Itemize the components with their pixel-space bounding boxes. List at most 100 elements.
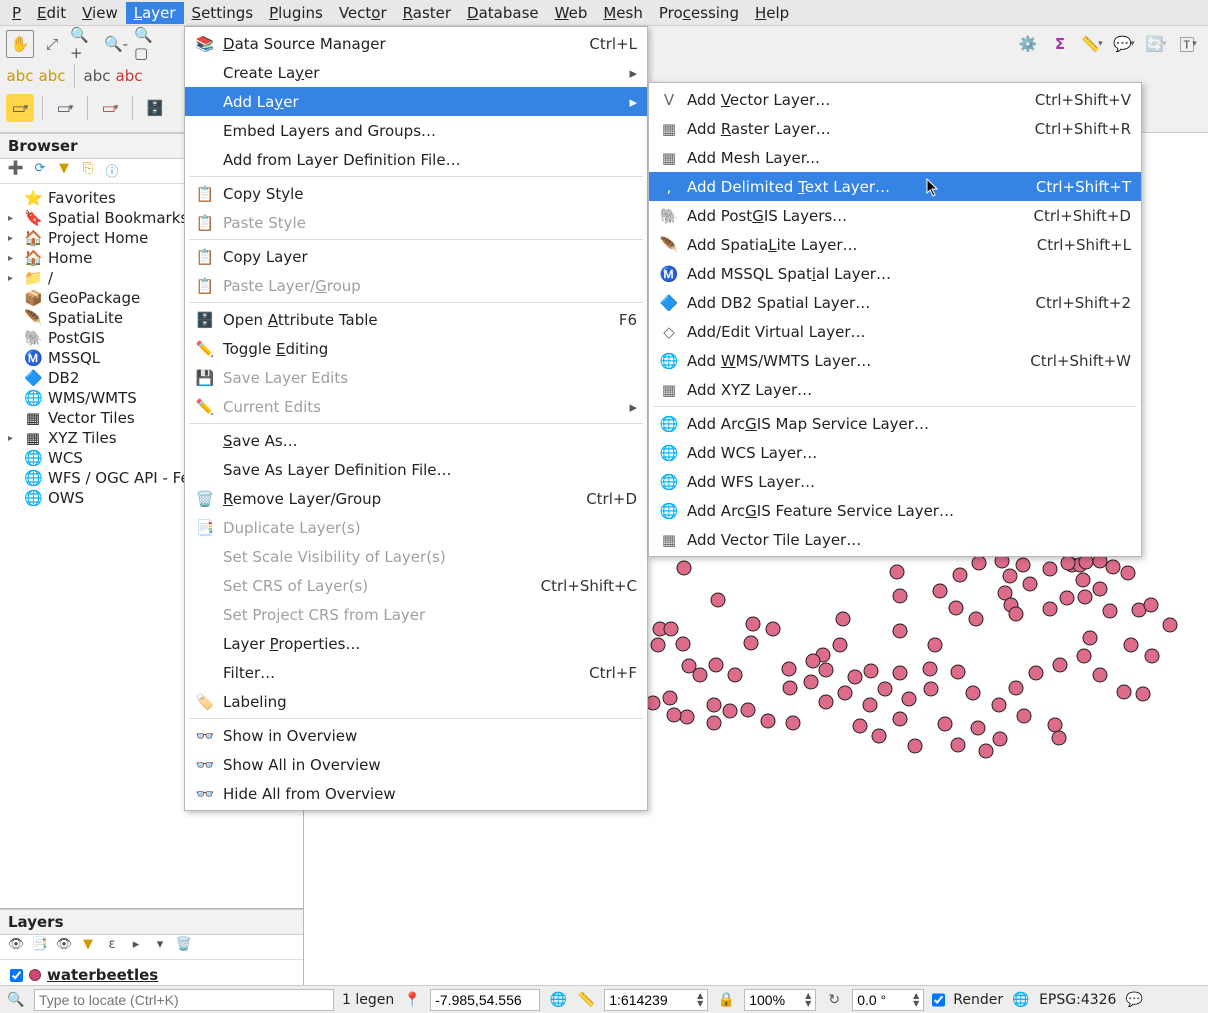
remove-layer-icon[interactable]: 🗑️ bbox=[174, 937, 194, 957]
layer-symbol-icon bbox=[29, 969, 41, 981]
add-layer-menu-item[interactable]: ,Add Delimited Text Layer…Ctrl+Shift+T bbox=[649, 172, 1141, 201]
filter-legend-icon[interactable]: ▼ bbox=[78, 937, 98, 957]
select-features-icon[interactable]: ▭ bbox=[6, 94, 34, 122]
menu-project[interactable]: P bbox=[4, 2, 29, 24]
zoom-full-icon[interactable]: 🔍▢ bbox=[134, 30, 162, 58]
rotation-icon: ↻ bbox=[824, 992, 844, 1008]
label-diagram-icon[interactable]: abc bbox=[38, 62, 66, 90]
layer-menu-item[interactable]: 🗄️Open Attribute TableF6 bbox=[185, 305, 647, 334]
magnifier-lock-icon[interactable]: 🔒 bbox=[716, 992, 736, 1008]
add-layer-menu-item[interactable]: 🌐Add WCS Layer… bbox=[649, 438, 1141, 467]
menu-settings[interactable]: Settings bbox=[184, 2, 262, 24]
layer-menu-item: 📋Paste Layer/Group bbox=[185, 271, 647, 300]
crs-icon[interactable]: 🌐 bbox=[1011, 992, 1031, 1008]
layer-menu-item[interactable]: Add Layer bbox=[185, 87, 647, 116]
locator-input[interactable] bbox=[34, 989, 334, 1011]
label-pin-icon[interactable]: abc bbox=[83, 62, 111, 90]
add-layer-menu-item[interactable]: 🪶Add SpatiaLite Layer…Ctrl+Shift+L bbox=[649, 230, 1141, 259]
messages-icon[interactable]: 💬 bbox=[1124, 992, 1144, 1008]
refresh-icon[interactable]: 🔄 bbox=[1142, 30, 1170, 58]
scale-selector[interactable]: ▲▼ bbox=[604, 989, 708, 1011]
add-layer-menu-item[interactable]: ▦Add Vector Tile Layer… bbox=[649, 525, 1141, 554]
add-layer-menu-item[interactable]: 🌐Add ArcGIS Map Service Layer… bbox=[649, 409, 1141, 438]
collapse-icon[interactable]: ⎘ bbox=[78, 161, 98, 181]
add-layer-menu-item[interactable]: Ⓜ️Add MSSQL Spatial Layer… bbox=[649, 259, 1141, 288]
menu-raster[interactable]: Raster bbox=[395, 2, 459, 24]
render-label: Render bbox=[953, 992, 1003, 1008]
layer-menu-item[interactable]: Save As Layer Definition File… bbox=[185, 455, 647, 484]
layer-menu-item[interactable]: 📋Copy Layer bbox=[185, 242, 647, 271]
expr-filter-icon[interactable]: ε bbox=[102, 937, 122, 957]
add-layer-icon[interactable]: ➕ bbox=[6, 161, 26, 181]
layer-row[interactable]: waterbeetles bbox=[10, 966, 293, 984]
layer-menu-item[interactable]: Filter…Ctrl+F bbox=[185, 658, 647, 687]
add-layer-menu-item[interactable]: 🌐Add ArcGIS Feature Service Layer… bbox=[649, 496, 1141, 525]
render-checkbox[interactable] bbox=[932, 989, 945, 1011]
add-layer-menu-item[interactable]: 🔷Add DB2 Spatial Layer…Ctrl+Shift+2 bbox=[649, 288, 1141, 317]
layer-menu-item[interactable]: 🏷️Labeling bbox=[185, 687, 647, 716]
mouse-cursor bbox=[926, 178, 940, 198]
open-table-icon[interactable]: 🗄️ bbox=[141, 94, 169, 122]
properties-icon[interactable]: ⓘ bbox=[102, 161, 122, 181]
zoom-out-icon[interactable]: 🔍- bbox=[102, 30, 130, 58]
add-layer-menu-item[interactable]: 🐘Add PostGIS Layers…Ctrl+Shift+D bbox=[649, 201, 1141, 230]
manage-themes-icon[interactable]: 👁 bbox=[54, 937, 74, 957]
add-layer-menu-item[interactable]: ▦Add Mesh Layer... bbox=[649, 143, 1141, 172]
add-layer-menu-item[interactable]: 🌐Add WFS Layer… bbox=[649, 467, 1141, 496]
sigma-icon[interactable]: Σ bbox=[1046, 30, 1074, 58]
magnifier-input[interactable]: ▲▼ bbox=[744, 989, 816, 1011]
layer-menu-item[interactable]: 🗑️Remove Layer/GroupCtrl+D bbox=[185, 484, 647, 513]
refresh-browser-icon[interactable]: ⟳ bbox=[30, 161, 50, 181]
menu-database[interactable]: Database bbox=[459, 2, 547, 24]
pan-to-selection-icon[interactable]: ⤢ bbox=[38, 30, 66, 58]
layer-menu-item[interactable]: Create Layer bbox=[185, 58, 647, 87]
style-manager-icon[interactable]: 👁 bbox=[6, 937, 26, 957]
layer-menu-item[interactable]: 👓Show in Overview bbox=[185, 721, 647, 750]
layer-menu-item[interactable]: Layer Properties… bbox=[185, 629, 647, 658]
layer-menu-item[interactable]: ✏️Toggle Editing bbox=[185, 334, 647, 363]
map-tips-icon[interactable]: 💬 bbox=[1110, 30, 1138, 58]
collapse-all-icon[interactable]: ▾ bbox=[150, 937, 170, 957]
label-hide-icon[interactable]: abc bbox=[115, 62, 143, 90]
deselect-icon[interactable]: ▭ bbox=[51, 94, 79, 122]
layer-menu-item[interactable]: 👓Show All in Overview bbox=[185, 750, 647, 779]
menu-web[interactable]: Web bbox=[547, 2, 596, 24]
pan-icon[interactable]: ✋ bbox=[6, 30, 34, 58]
menu-vector[interactable]: Vector bbox=[331, 2, 395, 24]
menu-processing[interactable]: Processing bbox=[651, 2, 747, 24]
add-layer-menu-item[interactable]: VAdd Vector Layer…Ctrl+Shift+V bbox=[649, 85, 1141, 114]
layer-menu-item[interactable]: Add from Layer Definition File… bbox=[185, 145, 647, 174]
add-group-icon[interactable]: 📑 bbox=[30, 937, 50, 957]
layer-menu-item: Set Scale Visibility of Layer(s) bbox=[185, 542, 647, 571]
menu-edit[interactable]: Edit bbox=[29, 2, 74, 24]
layer-visibility-checkbox[interactable] bbox=[10, 969, 23, 982]
add-layer-menu-item[interactable]: ▦Add XYZ Layer… bbox=[649, 375, 1141, 404]
menu-help[interactable]: Help bbox=[747, 2, 797, 24]
zoom-in-icon[interactable]: 🔍+ bbox=[70, 30, 98, 58]
crs-label[interactable]: EPSG:4326 bbox=[1039, 992, 1116, 1008]
layer-menu-item[interactable]: Embed Layers and Groups… bbox=[185, 116, 647, 145]
label-icon[interactable]: abc bbox=[6, 62, 34, 90]
add-layer-menu-item[interactable]: ◇Add/Edit Virtual Layer… bbox=[649, 317, 1141, 346]
menu-view[interactable]: View bbox=[74, 2, 126, 24]
layer-menu-item[interactable]: 👓Hide All from Overview bbox=[185, 779, 647, 808]
menu-mesh[interactable]: Mesh bbox=[595, 2, 651, 24]
measure-icon[interactable]: 📏 bbox=[1078, 30, 1106, 58]
annotation-icon[interactable]: 🅃 bbox=[1174, 30, 1202, 58]
layer-menu-item[interactable]: 📋Copy Style bbox=[185, 179, 647, 208]
menu-layer[interactable]: Layer bbox=[126, 2, 184, 24]
add-layer-menu-item[interactable]: ▦Add Raster Layer…Ctrl+Shift+R bbox=[649, 114, 1141, 143]
layer-menu-item[interactable]: Save As… bbox=[185, 426, 647, 455]
toolbox-icon[interactable]: ⚙️ bbox=[1014, 30, 1042, 58]
layer-menu-item[interactable]: 📚Data Source ManagerCtrl+L bbox=[185, 29, 647, 58]
scale-lock-icon[interactable]: 🌐 bbox=[548, 992, 568, 1008]
layer-menu-item: 📋Paste Style bbox=[185, 208, 647, 237]
rotation-input[interactable]: ▲▼ bbox=[852, 989, 924, 1011]
expand-all-icon[interactable]: ▸ bbox=[126, 937, 146, 957]
filter-browser-icon[interactable]: ▼ bbox=[54, 161, 74, 181]
layer-dropdown-menu: 📚Data Source ManagerCtrl+LCreate LayerAd… bbox=[184, 26, 648, 811]
add-layer-menu-item[interactable]: 🌐Add WMS/WMTS Layer…Ctrl+Shift+W bbox=[649, 346, 1141, 375]
menu-plugins[interactable]: Plugins bbox=[261, 2, 331, 24]
coordinate-input[interactable] bbox=[430, 989, 540, 1011]
select-by-expr-icon[interactable]: ▭ bbox=[96, 94, 124, 122]
